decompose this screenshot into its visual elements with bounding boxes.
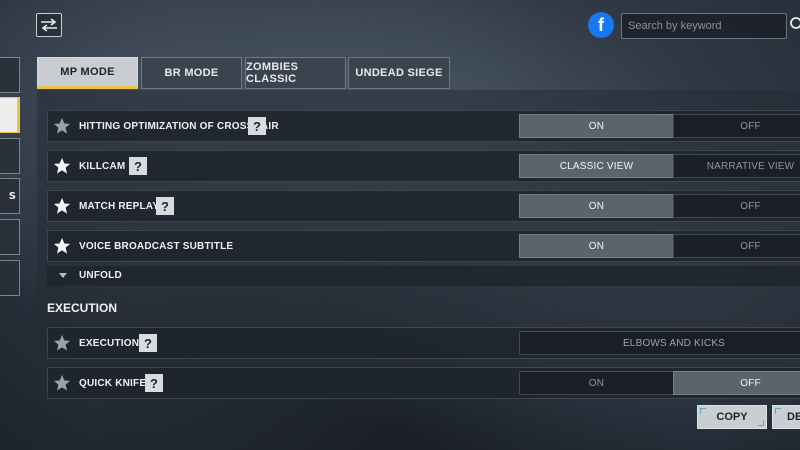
option-classic-view[interactable]: CLASSIC VIEW (519, 154, 674, 178)
star-icon[interactable] (53, 157, 71, 175)
help-icon[interactable]: ? (156, 197, 174, 215)
tab-br-mode[interactable]: BR MODE (141, 57, 242, 89)
section-title-execution: EXECUTION (47, 301, 118, 315)
setting-label: MATCH REPLAY (79, 201, 160, 212)
star-icon[interactable] (53, 334, 71, 352)
option-on[interactable]: ON (519, 194, 674, 218)
option-off[interactable]: OFF (673, 114, 800, 138)
sidebar-tab-3[interactable] (0, 138, 20, 174)
setting-label: EXECUTION (79, 338, 140, 349)
option-off[interactable]: OFF (673, 371, 800, 395)
star-icon[interactable] (53, 374, 71, 392)
help-icon[interactable]: ? (145, 374, 163, 392)
star-icon[interactable] (53, 197, 71, 215)
option-on[interactable]: ON (519, 371, 674, 395)
option-off[interactable]: OFF (673, 234, 800, 258)
search-icon[interactable] (789, 16, 800, 32)
option-on[interactable]: ON (519, 234, 674, 258)
option-on[interactable]: ON (519, 114, 674, 138)
sidebar-tab-6[interactable] (0, 260, 20, 296)
option-off[interactable]: OFF (673, 194, 800, 218)
setting-label: VOICE BROADCAST SUBTITLE (79, 241, 234, 252)
setting-label: QUICK KNIFE (79, 378, 147, 389)
sidebar-tab-1[interactable] (0, 57, 20, 93)
facebook-icon[interactable]: f (588, 12, 614, 38)
star-icon[interactable] (53, 237, 71, 255)
corner-decoration (700, 408, 706, 414)
execution-select[interactable]: ELBOWS AND KICKS (519, 331, 800, 355)
sidebar-tab-5[interactable] (0, 219, 20, 255)
tab-undead-siege[interactable]: UNDEAD SIEGE (348, 57, 450, 89)
swap-arrows-icon[interactable] (36, 13, 62, 37)
copy-button[interactable]: COPY (697, 405, 767, 429)
tab-mp-mode[interactable]: MP MODE (37, 57, 138, 89)
option-narrative-view[interactable]: NARRATIVE VIEW (673, 154, 800, 178)
secondary-button-label: DE (787, 411, 800, 423)
sidebar-tab-label: S (8, 190, 16, 202)
copy-button-label: COPY (716, 411, 748, 423)
unfold-toggle[interactable] (47, 266, 800, 286)
help-icon[interactable]: ? (248, 117, 266, 135)
unfold-label: UNFOLD (79, 270, 122, 281)
help-icon[interactable]: ? (129, 157, 147, 175)
star-icon[interactable] (53, 117, 71, 135)
tab-zombies-classic[interactable]: ZOMBIES CLASSIC (245, 57, 346, 89)
sidebar-tab-2[interactable] (0, 97, 20, 133)
corner-decoration (775, 408, 781, 414)
setting-label: KILLCAM (79, 161, 126, 172)
help-icon[interactable]: ? (139, 334, 157, 352)
chevron-down-icon (59, 273, 67, 278)
secondary-button[interactable]: DE (772, 405, 800, 429)
search-input[interactable] (621, 13, 787, 39)
sidebar-tab-4[interactable]: S (0, 178, 20, 214)
corner-decoration (758, 420, 764, 426)
